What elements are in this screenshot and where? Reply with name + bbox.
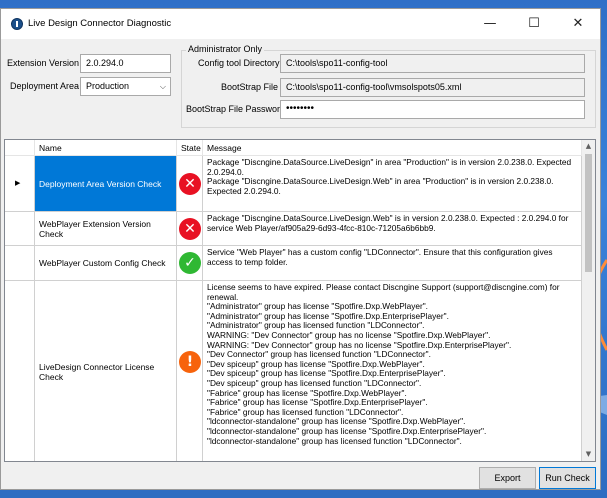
title-bar: Live Design Connector Diagnostic — ☐ ✕	[1, 9, 600, 39]
check-state: ✕	[177, 212, 203, 245]
maximize-button[interactable]: ☐	[512, 9, 556, 39]
check-icon: ✓	[179, 252, 201, 274]
selected-row-icon: ▶	[15, 179, 21, 187]
run-check-button[interactable]: Run Check	[539, 467, 596, 489]
check-name[interactable]: LiveDesign Connector License Check	[35, 281, 177, 461]
table-row[interactable]: WebPlayer Extension Version Check ✕ Pack…	[5, 212, 582, 246]
vertical-scrollbar[interactable]: ▲ ▼	[582, 140, 595, 461]
check-name[interactable]: WebPlayer Custom Config Check	[35, 246, 177, 280]
row-header[interactable]	[5, 212, 35, 245]
extension-version-label: Extension Version :	[7, 58, 85, 68]
bootstrap-password-field[interactable]: ••••••••	[280, 100, 585, 119]
check-state: ✕	[177, 156, 203, 211]
deployment-area-label: Deployment Area :	[10, 81, 85, 91]
diagnostic-grid: Name State Message ▶ Deployment Area Ver…	[4, 139, 596, 462]
check-message: Service "Web Player" has a custom config…	[203, 246, 582, 280]
export-button[interactable]: Export	[479, 467, 536, 489]
table-row[interactable]: LiveDesign Connector License Check ! Lic…	[5, 281, 582, 461]
column-header-state[interactable]: State	[177, 140, 203, 156]
bootstrap-file-field[interactable]: C:\tools\spo11-config-tool\vmsolspots05.…	[280, 78, 585, 97]
administrator-group-label: Administrator Only	[186, 44, 265, 54]
check-state: ✓	[177, 246, 203, 280]
column-header-message[interactable]: Message	[203, 140, 582, 156]
check-name[interactable]: WebPlayer Extension Version Check	[35, 212, 177, 245]
deployment-area-value: Production	[86, 81, 130, 91]
error-icon: ✕	[179, 218, 201, 240]
minimize-button[interactable]: —	[468, 9, 512, 39]
close-button[interactable]: ✕	[556, 9, 600, 39]
config-dir-label: Config tool Directory :	[198, 58, 285, 68]
error-icon: ✕	[179, 173, 201, 195]
row-header[interactable]	[5, 281, 35, 461]
column-header-name[interactable]: Name	[35, 140, 177, 156]
bootstrap-file-label: BootStrap File :	[221, 82, 284, 92]
scroll-down-icon[interactable]: ▼	[582, 448, 595, 461]
check-message: Package "Discngine.DataSource.LiveDesign…	[203, 212, 582, 245]
row-header-column	[5, 140, 35, 156]
warning-icon: !	[179, 351, 201, 373]
bootstrap-password-label: BootStrap File Password :	[186, 104, 291, 114]
table-row[interactable]: WebPlayer Custom Config Check ✓ Service …	[5, 246, 582, 281]
app-icon	[11, 18, 23, 30]
config-dir-field[interactable]: C:\tools\spo11-config-tool	[280, 54, 585, 73]
row-header[interactable]: ▶	[5, 156, 35, 211]
scroll-thumb[interactable]	[585, 154, 592, 272]
row-header[interactable]	[5, 246, 35, 280]
scroll-up-icon[interactable]: ▲	[582, 140, 595, 153]
check-message: Package "Discngine.DataSource.LiveDesign…	[203, 156, 582, 211]
window-title: Live Design Connector Diagnostic	[28, 18, 172, 29]
deployment-area-select[interactable]: Production ⌵	[80, 77, 171, 96]
table-row[interactable]: ▶ Deployment Area Version Check ✕ Packag…	[5, 156, 582, 212]
diagnostic-window: Live Design Connector Diagnostic — ☐ ✕ E…	[0, 8, 601, 490]
check-state: !	[177, 281, 203, 461]
extension-version-field[interactable]: 2.0.294.0	[80, 54, 171, 73]
chevron-down-icon: ⌵	[159, 82, 166, 91]
check-message: License seems to have expired. Please co…	[203, 281, 582, 461]
check-name[interactable]: Deployment Area Version Check	[35, 156, 177, 211]
